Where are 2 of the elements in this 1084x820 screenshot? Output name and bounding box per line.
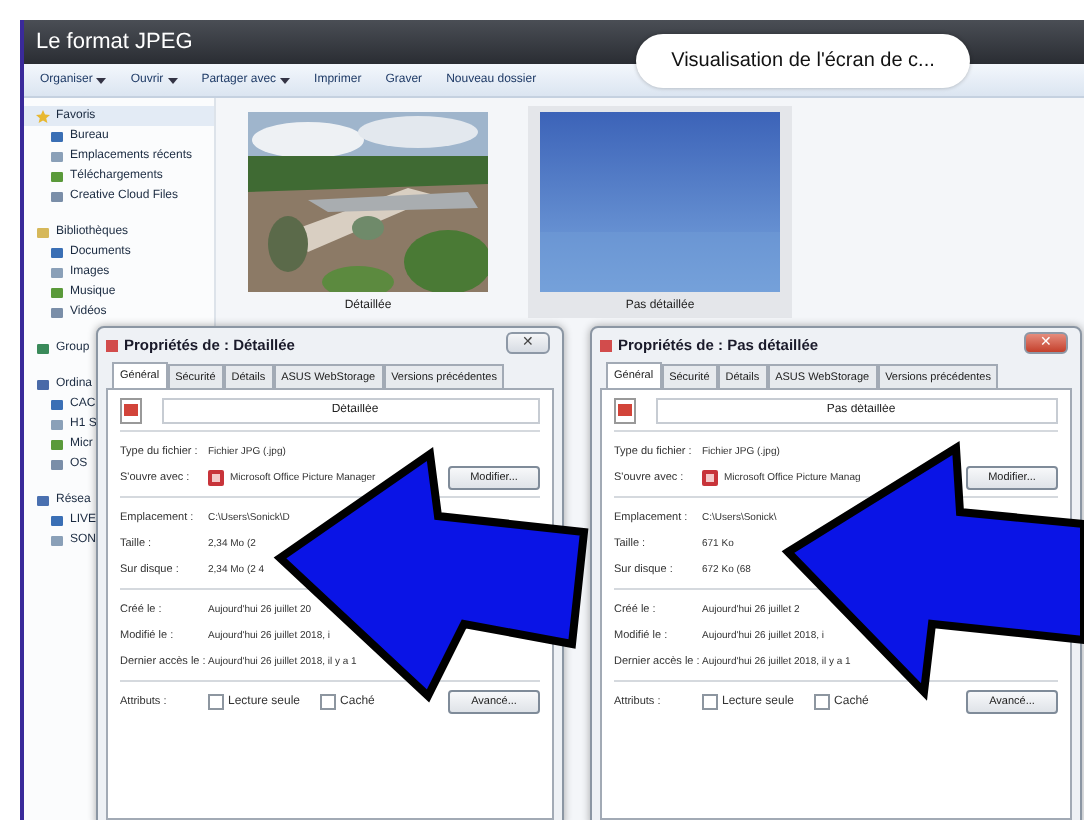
caption-bubble: Visualisation de l'écran de c... [636, 34, 970, 88]
window-title: Le format JPEG [36, 30, 193, 54]
